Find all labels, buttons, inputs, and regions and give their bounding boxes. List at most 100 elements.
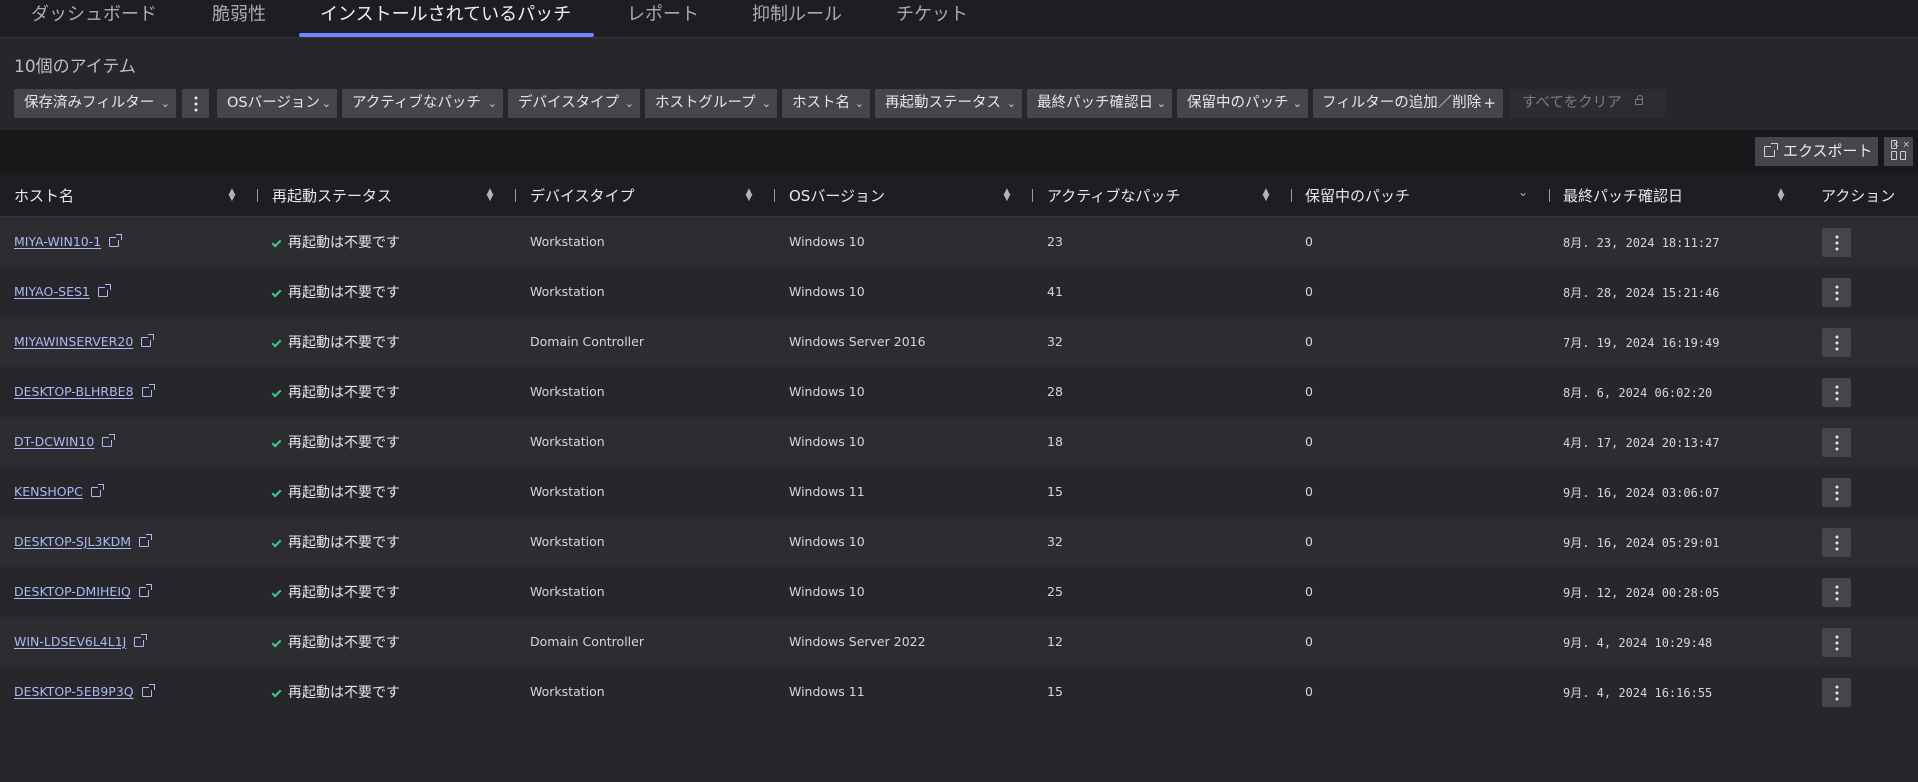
column-divider[interactable] xyxy=(1549,189,1550,202)
external-link-icon[interactable] xyxy=(97,284,111,297)
restart-status-cell: 再起動は不要です xyxy=(271,432,400,452)
row-actions-button[interactable] xyxy=(1822,478,1851,507)
restart-status-text: 再起動は不要です xyxy=(288,485,400,501)
host-name-cell: DESKTOP-5EB9P3Q xyxy=(14,684,155,699)
tab-suppression-rules[interactable]: 抑制ルール xyxy=(752,2,842,38)
column-divider[interactable] xyxy=(1032,189,1033,202)
host-name-link[interactable]: KENSHOPC xyxy=(14,484,83,499)
filter-pending-patch[interactable]: 保留中のパッチ ⌄ xyxy=(1177,89,1308,118)
filter-host-name-label: ホスト名 xyxy=(792,95,850,111)
column-header-os-version[interactable]: OSバージョン xyxy=(789,185,885,206)
external-link-icon[interactable] xyxy=(134,634,148,647)
external-link-icon[interactable] xyxy=(90,484,104,497)
saved-filter-dropdown[interactable]: 保存済みフィルター ⌄ xyxy=(14,89,176,118)
row-actions-button[interactable] xyxy=(1822,628,1851,657)
column-header-host-name[interactable]: ホスト名 xyxy=(14,185,74,206)
column-divider[interactable] xyxy=(515,189,516,202)
row-actions-button[interactable] xyxy=(1822,528,1851,557)
filter-last-patch-check[interactable]: 最終パッチ確認日 ⌄ xyxy=(1027,89,1172,118)
restart-status-cell: 再起動は不要です xyxy=(271,632,400,652)
filter-host-group-label: ホストグループ xyxy=(655,95,756,111)
filter-os-version[interactable]: OSバージョン ⌄ xyxy=(217,89,337,118)
column-header-active-patches[interactable]: アクティブなパッチ xyxy=(1047,185,1180,206)
filter-host-group[interactable]: ホストグループ ⌄ xyxy=(645,89,777,118)
host-name-cell: DESKTOP-DMIHEIQ xyxy=(14,584,152,599)
tab-vulnerabilities[interactable]: 脆弱性 xyxy=(212,2,266,38)
check-icon xyxy=(271,637,282,648)
filter-device-type[interactable]: デバイスタイプ ⌄ xyxy=(508,89,640,118)
table-row: WIN-LDSEV6L4L1J 再起動は不要です Domain Controll… xyxy=(0,617,1918,667)
sort-icon[interactable]: ▲ ▼ xyxy=(485,188,495,203)
sort-icon[interactable]: ▲ ▼ xyxy=(1776,188,1786,203)
os-version-cell: Windows 10 xyxy=(789,584,865,599)
os-version-cell: Windows 10 xyxy=(789,284,865,299)
sort-icon[interactable]: ▲ ▼ xyxy=(1002,188,1012,203)
sort-icon[interactable]: ▲ ▼ xyxy=(227,188,237,203)
host-name-link[interactable]: MIYAWINSERVER20 xyxy=(14,334,133,349)
pending-patches-cell: 0 xyxy=(1305,434,1313,449)
column-divider[interactable] xyxy=(774,189,775,202)
host-name-link[interactable]: WIN-LDSEV6L4L1J xyxy=(14,634,126,649)
row-actions-button[interactable] xyxy=(1822,328,1851,357)
restart-status-cell: 再起動は不要です xyxy=(271,582,400,602)
host-name-link[interactable]: MIYA-WIN10-1 xyxy=(14,234,101,249)
plus-icon: + xyxy=(1483,94,1496,112)
check-icon xyxy=(271,337,282,348)
external-link-icon[interactable] xyxy=(109,234,123,247)
column-divider[interactable] xyxy=(1291,189,1292,202)
column-header-pending-patches[interactable]: 保留中のパッチ xyxy=(1305,185,1410,206)
host-name-cell: DESKTOP-SJL3KDM xyxy=(14,534,153,549)
host-name-cell: MIYA-WIN10-1 xyxy=(14,234,123,249)
host-name-link[interactable]: DESKTOP-SJL3KDM xyxy=(14,534,131,549)
filter-device-type-label: デバイスタイプ xyxy=(518,95,620,111)
column-header-last-patch-check[interactable]: 最終パッチ確認日 xyxy=(1563,185,1683,206)
external-link-icon[interactable] xyxy=(102,434,116,447)
pending-patches-cell: 0 xyxy=(1305,284,1313,299)
tab-dashboard[interactable]: ダッシュボード xyxy=(31,2,157,38)
sort-icon[interactable]: ▲ ▼ xyxy=(744,188,754,203)
pending-patches-cell: 0 xyxy=(1305,534,1313,549)
column-header-device-type[interactable]: デバイスタイプ xyxy=(530,185,635,206)
sort-descending-icon[interactable]: ⌄ xyxy=(1518,186,1528,198)
row-actions-button[interactable] xyxy=(1822,228,1851,257)
row-actions-button[interactable] xyxy=(1822,578,1851,607)
add-remove-filter-button[interactable]: フィルターの追加／削除 + xyxy=(1313,89,1503,118)
host-name-link[interactable]: DT-DCWIN10 xyxy=(14,434,94,449)
filter-restart-status[interactable]: 再起動ステータス ⌄ xyxy=(875,89,1022,118)
host-name-link[interactable]: DESKTOP-BLHRBE8 xyxy=(14,384,134,399)
row-actions-button[interactable] xyxy=(1822,428,1851,457)
column-divider[interactable] xyxy=(257,189,258,202)
active-patches-cell: 15 xyxy=(1047,484,1063,499)
filter-options-button[interactable] xyxy=(182,89,209,118)
table-header: ホスト名 ▲ ▼ 再起動ステータス ▲ ▼ デバイスタイプ ▲ ▼ OSバージョン ▲… xyxy=(0,173,1918,217)
row-actions-button[interactable] xyxy=(1822,278,1851,307)
column-header-restart-status[interactable]: 再起動ステータス xyxy=(272,185,392,206)
host-name-link[interactable]: MIYAO-SES1 xyxy=(14,284,90,299)
external-link-icon[interactable] xyxy=(141,334,155,347)
chevron-down-icon: ⌄ xyxy=(854,97,864,110)
row-actions-button[interactable] xyxy=(1822,678,1851,707)
external-link-icon[interactable] xyxy=(141,684,155,697)
filter-active-patch[interactable]: アクティブなパッチ ⌄ xyxy=(342,89,503,118)
host-name-link[interactable]: DESKTOP-5EB9P3Q xyxy=(14,684,134,699)
export-button[interactable]: エクスポート xyxy=(1755,137,1878,166)
external-link-icon[interactable] xyxy=(139,534,153,547)
kebab-menu-icon xyxy=(1835,685,1838,700)
chevron-down-icon: ⌄ xyxy=(321,97,331,110)
check-icon xyxy=(271,537,282,548)
host-name-link[interactable]: DESKTOP-DMIHEIQ xyxy=(14,584,131,599)
tab-reports[interactable]: レポート xyxy=(627,2,699,38)
tab-tickets[interactable]: チケット xyxy=(896,2,968,38)
last-patch-check-cell: 9月. 16, 2024 05:29:01 xyxy=(1563,536,1720,550)
active-patches-cell: 12 xyxy=(1047,634,1063,649)
row-actions-button[interactable] xyxy=(1822,378,1851,407)
column-toggle-button[interactable]: ⨯⨯ xyxy=(1884,137,1913,166)
kebab-menu-icon xyxy=(1835,435,1838,450)
external-link-icon[interactable] xyxy=(138,584,152,597)
table-row: DESKTOP-BLHRBE8 再起動は不要です Workstation Win… xyxy=(0,367,1918,417)
external-link-icon[interactable] xyxy=(141,384,155,397)
clear-all-button[interactable]: すべてをクリア xyxy=(1510,89,1665,118)
kebab-menu-icon xyxy=(1835,335,1838,350)
sort-icon[interactable]: ▲ ▼ xyxy=(1261,188,1271,203)
filter-host-name[interactable]: ホスト名 ⌄ xyxy=(782,89,870,118)
